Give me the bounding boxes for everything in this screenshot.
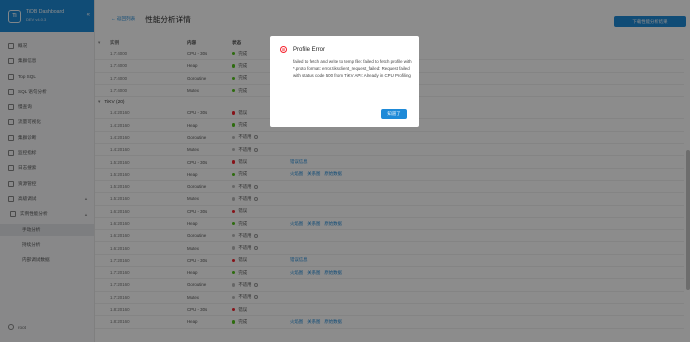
error-icon: ⊘ (280, 46, 287, 53)
profile-error-modal: ⊘ Profile Error failed to fetch and writ… (270, 36, 419, 127)
ok-button[interactable]: 知道了 (381, 109, 407, 119)
modal-title: Profile Error (293, 46, 326, 53)
modal-message: failed to fetch and write to temp file: … (293, 59, 412, 79)
